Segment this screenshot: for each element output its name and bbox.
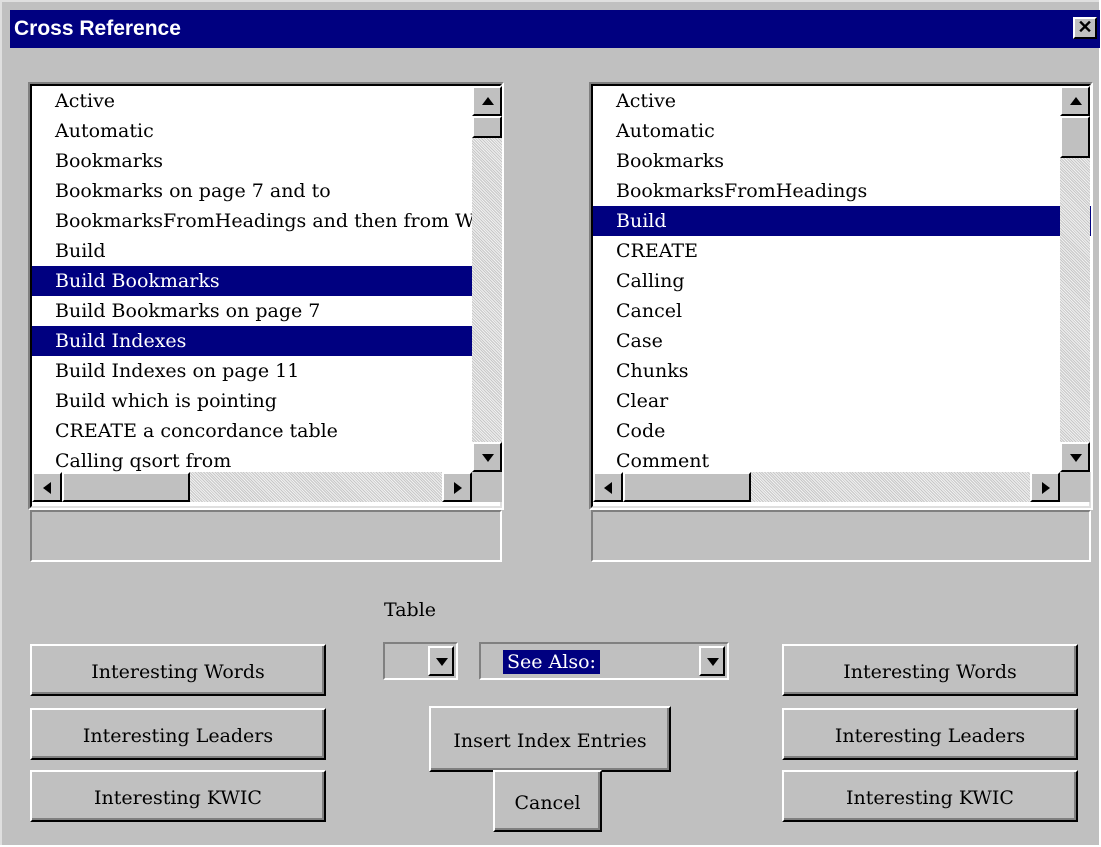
list-item[interactable]: CREATE a concordance table <box>32 416 502 446</box>
left-scroll-corner <box>472 472 502 502</box>
right-scroll-up-button[interactable] <box>1060 86 1090 116</box>
chevron-down-icon <box>707 658 719 666</box>
right-arrow-icon <box>1042 482 1050 494</box>
down-arrow-icon <box>1070 454 1082 462</box>
left-arrow-icon <box>604 482 612 494</box>
left-word-list[interactable]: Active Automatic Bookmarks Bookmarks on pag… <box>32 86 502 472</box>
list-item[interactable]: Active <box>593 86 1091 116</box>
right-scroll-right-button[interactable] <box>1030 472 1060 502</box>
list-item[interactable]: Bookmarks <box>32 146 502 176</box>
right-vertical-scroll-thumb[interactable] <box>1060 116 1090 158</box>
list-item[interactable]: Bookmarks <box>593 146 1091 176</box>
see-also-combo[interactable]: See Also: <box>479 642 729 680</box>
list-item[interactable]: Chunks <box>593 356 1091 386</box>
up-arrow-icon <box>482 97 494 105</box>
right-arrow-icon <box>454 482 462 494</box>
table-combo-dropdown-button[interactable] <box>428 646 454 676</box>
left-scroll-up-button[interactable] <box>472 86 502 116</box>
left-interesting-leaders-button[interactable]: Interesting Leaders <box>30 708 326 760</box>
cancel-button[interactable]: Cancel <box>493 770 602 832</box>
right-scroll-down-button[interactable] <box>1060 442 1090 472</box>
list-item[interactable]: Case <box>593 326 1091 356</box>
dialog-title: Cross Reference <box>14 17 181 40</box>
right-status-field <box>591 510 1091 562</box>
right-word-list[interactable]: Active Automatic Bookmarks BookmarksFromHea… <box>593 86 1091 472</box>
list-item[interactable]: Calling qsort from <box>32 446 502 472</box>
left-vertical-scrollbar[interactable] <box>472 86 502 472</box>
left-interesting-words-button[interactable]: Interesting Words <box>30 644 326 696</box>
list-item[interactable]: Comment <box>593 446 1091 472</box>
list-item[interactable]: Automatic <box>32 116 502 146</box>
table-label: Table <box>384 599 437 621</box>
left-scroll-right-button[interactable] <box>442 472 472 502</box>
close-button[interactable]: ✕ <box>1073 17 1097 39</box>
see-also-value: See Also: <box>503 650 600 674</box>
see-also-dropdown-button[interactable] <box>699 646 725 676</box>
up-arrow-icon <box>1070 97 1082 105</box>
table-combo[interactable] <box>383 642 458 680</box>
right-scroll-corner <box>1060 472 1090 502</box>
title-bar[interactable]: Cross Reference ✕ <box>10 10 1100 48</box>
left-scroll-left-button[interactable] <box>32 472 62 502</box>
list-item[interactable]: BookmarksFromHeadings <box>593 176 1091 206</box>
right-horizontal-scroll-thumb[interactable] <box>623 472 751 502</box>
chevron-down-icon <box>436 658 448 666</box>
list-item[interactable]: Build <box>32 236 502 266</box>
left-interesting-kwic-button[interactable]: Interesting KWIC <box>30 770 326 822</box>
list-item[interactable]: Build <box>593 206 1091 236</box>
list-item[interactable]: Active <box>32 86 502 116</box>
right-interesting-leaders-button[interactable]: Interesting Leaders <box>782 708 1078 760</box>
list-item[interactable]: BookmarksFromHeadings and then from W <box>32 206 502 236</box>
close-icon: ✕ <box>1077 17 1093 37</box>
right-interesting-words-button[interactable]: Interesting Words <box>782 644 1078 696</box>
list-item[interactable]: Build Bookmarks on page 7 <box>32 296 502 326</box>
down-arrow-icon <box>482 454 494 462</box>
dialog-window: Cross Reference ✕ Active Automatic Bookmar… <box>0 0 1100 845</box>
list-item[interactable]: Build Bookmarks <box>32 266 502 296</box>
list-item[interactable]: Clear <box>593 386 1091 416</box>
list-item[interactable]: Bookmarks on page 7 and to <box>32 176 502 206</box>
list-item[interactable]: Automatic <box>593 116 1091 146</box>
left-horizontal-scroll-thumb[interactable] <box>62 472 190 502</box>
list-item[interactable]: Code <box>593 416 1091 446</box>
list-item[interactable]: Build Indexes <box>32 326 502 356</box>
left-scroll-down-button[interactable] <box>472 442 502 472</box>
right-interesting-kwic-button[interactable]: Interesting KWIC <box>782 770 1078 822</box>
list-item[interactable]: Calling <box>593 266 1091 296</box>
left-status-field <box>30 510 502 562</box>
left-arrow-icon <box>43 482 51 494</box>
list-item[interactable]: Build Indexes on page 11 <box>32 356 502 386</box>
right-scroll-left-button[interactable] <box>593 472 623 502</box>
left-vertical-scroll-thumb[interactable] <box>472 116 502 138</box>
list-item[interactable]: Cancel <box>593 296 1091 326</box>
list-item[interactable]: CREATE <box>593 236 1091 266</box>
insert-index-entries-button[interactable]: Insert Index Entries <box>429 706 671 772</box>
list-item[interactable]: Build which is pointing <box>32 386 502 416</box>
